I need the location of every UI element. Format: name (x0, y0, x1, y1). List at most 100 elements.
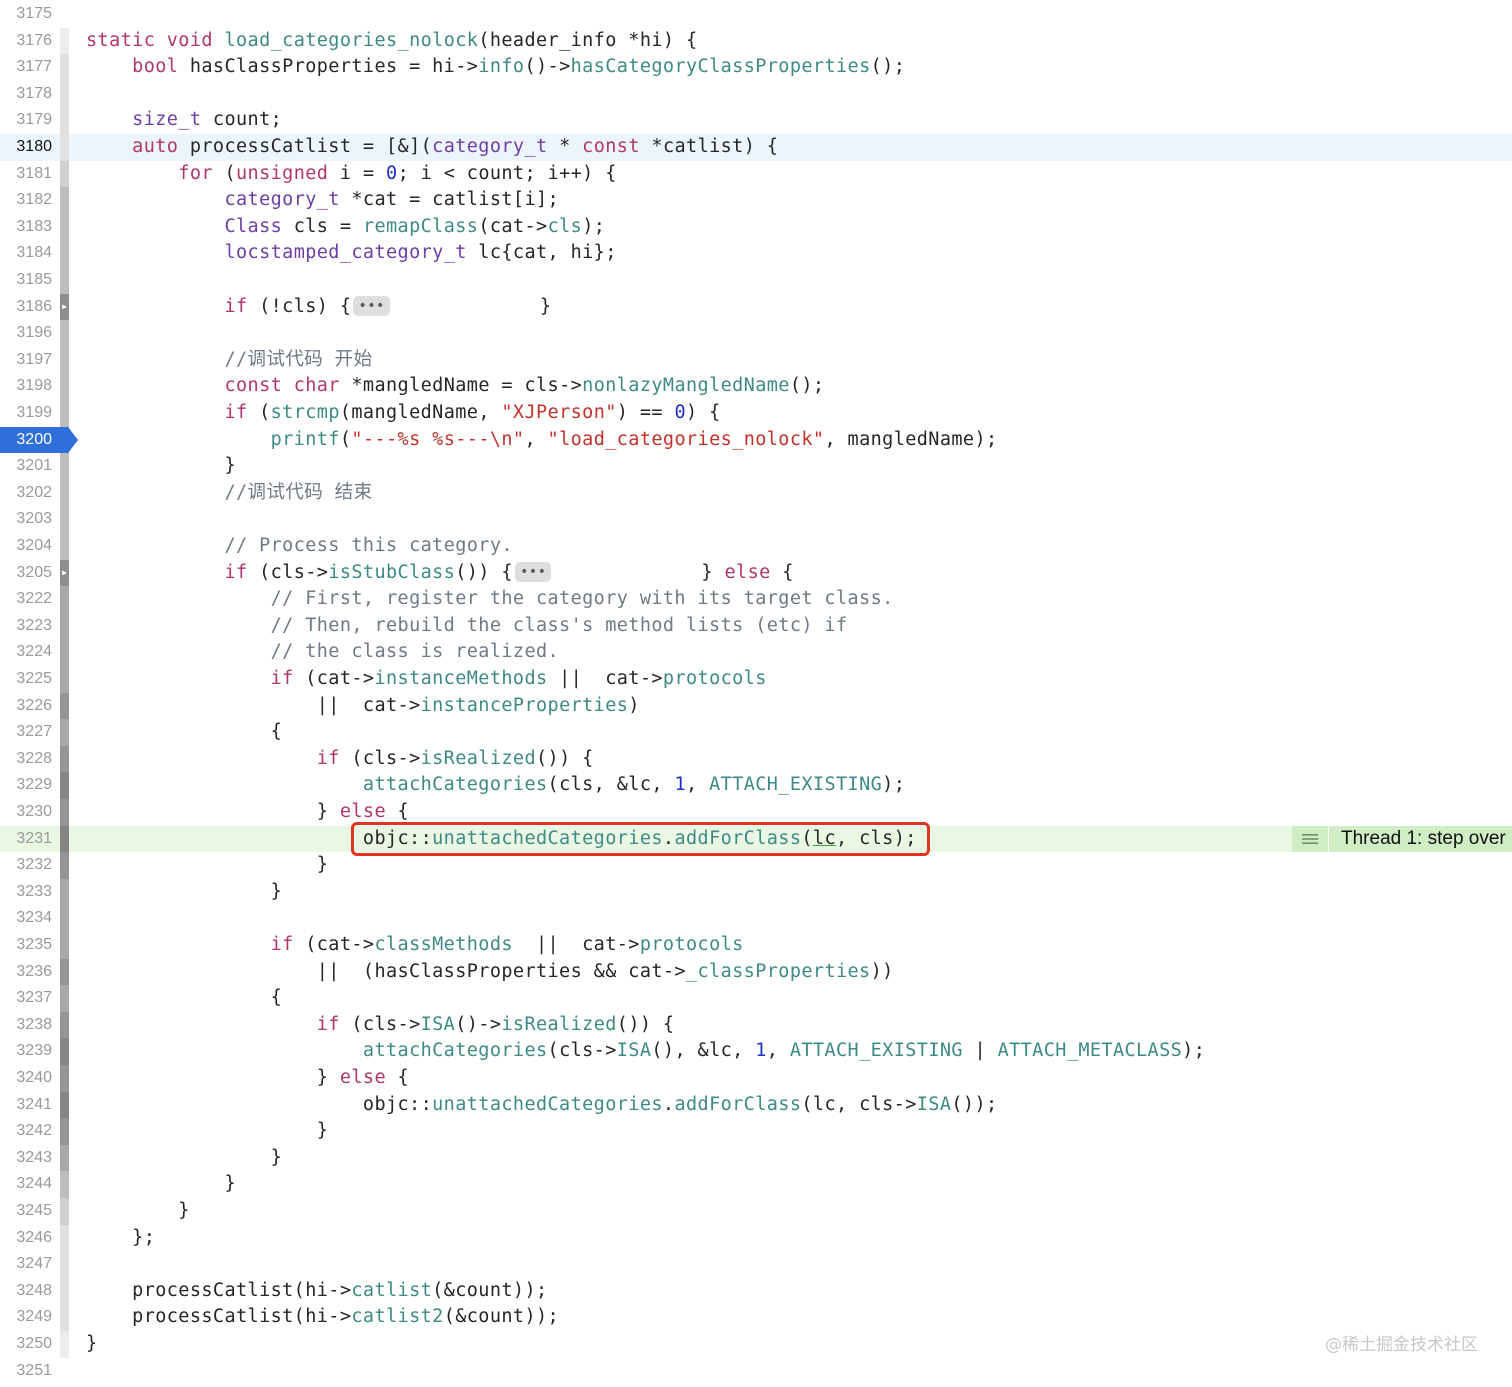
line-number[interactable]: 3180 (0, 134, 52, 161)
code-line[interactable]: 3202 //调试代码 结束 (0, 479, 1512, 507)
fold-ribbon[interactable] (60, 1198, 69, 1225)
fold-ribbon[interactable] (60, 666, 69, 693)
code-line[interactable]: 3245 } (0, 1198, 1512, 1225)
code-line[interactable]: 3247 (0, 1251, 1512, 1278)
line-number[interactable]: 3249 (0, 1304, 52, 1331)
line-number[interactable]: 3247 (0, 1251, 52, 1278)
code-line[interactable]: 3242 } (0, 1118, 1512, 1145)
line-number[interactable]: 3175 (0, 1, 52, 28)
line-number[interactable]: 3242 (0, 1118, 52, 1145)
fold-ribbon[interactable] (60, 134, 69, 161)
line-number[interactable]: 3244 (0, 1171, 52, 1198)
code-line[interactable]: 3229 attachCategories(cls, &lc, 1, ATTAC… (0, 772, 1512, 799)
code-line[interactable]: 3249 processCatlist(hi->catlist2(&count)… (0, 1304, 1512, 1331)
fold-ribbon[interactable] (60, 852, 69, 879)
line-number[interactable]: 3197 (0, 347, 52, 374)
code-line[interactable]: 3243 } (0, 1144, 1512, 1172)
line-number[interactable]: 3238 (0, 1012, 52, 1039)
line-number[interactable]: 3227 (0, 719, 52, 746)
line-number[interactable]: 3243 (0, 1145, 52, 1172)
fold-ribbon[interactable] (60, 1171, 69, 1198)
fold-ribbon[interactable] (60, 1065, 69, 1092)
fold-ribbon[interactable] (60, 1144, 69, 1172)
fold-ribbon[interactable] (60, 825, 69, 853)
fold-ribbon[interactable] (60, 985, 69, 1012)
fold-ribbon[interactable] (60, 719, 69, 746)
line-number[interactable]: 3248 (0, 1278, 52, 1305)
line-number[interactable]: 3185 (0, 267, 52, 294)
code-line[interactable]: 3184 locstamped_category_t lc{cat, hi}; (0, 240, 1512, 267)
fold-ribbon[interactable] (60, 240, 69, 267)
fold-ribbon[interactable] (60, 506, 69, 533)
fold-ribbon[interactable] (60, 373, 69, 400)
line-number[interactable]: 3196 (0, 320, 52, 347)
breakpoint-marker[interactable]: 3200 (0, 426, 78, 453)
fold-ribbon[interactable] (60, 533, 69, 560)
line-number[interactable]: 3230 (0, 799, 52, 826)
code-line[interactable]: 3233 } (0, 878, 1512, 906)
line-number[interactable]: 3199 (0, 400, 52, 427)
fold-ribbon[interactable] (60, 160, 69, 188)
fold-ribbon[interactable] (60, 479, 69, 507)
code-line[interactable]: 3177 bool hasClassProperties = hi->info(… (0, 54, 1512, 81)
line-number[interactable]: 3251 (0, 1358, 52, 1385)
line-number[interactable]: 3225 (0, 666, 52, 693)
fold-ribbon[interactable] (60, 187, 69, 214)
code-line[interactable]: 3182 category_t *cat = catlist[i]; (0, 187, 1512, 214)
line-number[interactable]: 3233 (0, 879, 52, 906)
line-number[interactable]: 3224 (0, 639, 52, 666)
code-line[interactable]: 3199 if (strcmp(mangledName, "XJPerson")… (0, 400, 1512, 427)
code-line[interactable]: 3176 static void load_categories_nolock(h… (0, 27, 1512, 55)
fold-ribbon[interactable] (60, 107, 69, 134)
code-line[interactable]: 3244 } (0, 1171, 1512, 1198)
fold-ribbon[interactable] (60, 320, 69, 347)
fold-ribbon[interactable] (60, 1304, 69, 1331)
fold-ribbon[interactable] (60, 799, 69, 826)
code-line[interactable]: 3201 } (0, 453, 1512, 480)
code-line[interactable]: 3179 size_t count; (0, 107, 1512, 134)
code-line[interactable]: 3227 { (0, 719, 1512, 746)
fold-ribbon[interactable] (60, 1277, 69, 1305)
line-number[interactable]: 3179 (0, 107, 52, 134)
fold-arrow-icon[interactable]: ▶ (60, 559, 69, 587)
fold-ribbon[interactable] (60, 1038, 69, 1065)
fold-ribbon[interactable] (60, 400, 69, 427)
line-number[interactable]: 3184 (0, 240, 52, 267)
code-line[interactable]: 3248 processCatlist(hi->catlist(&count))… (0, 1277, 1512, 1305)
fold-ribbon[interactable] (60, 54, 69, 81)
code-line[interactable]: 3240 } else { (0, 1065, 1512, 1092)
code-line[interactable]: 3246 }; (0, 1224, 1512, 1252)
code-line[interactable]: 3204 // Process this category. (0, 533, 1512, 560)
line-number[interactable]: 3232 (0, 852, 52, 879)
line-number[interactable]: 3231 (0, 826, 52, 853)
fold-ribbon[interactable] (60, 1251, 69, 1278)
code-editor[interactable]: 3175 3176 static void load_categories_nolo… (0, 0, 1512, 1387)
line-number[interactable]: 3182 (0, 187, 52, 214)
fold-ribbon[interactable] (60, 267, 69, 294)
fold-ribbon[interactable] (60, 1011, 69, 1039)
lines-icon[interactable] (1292, 825, 1329, 852)
fold-ribbon[interactable] (60, 932, 69, 959)
code-line[interactable]: 3205 ▶ if (cls->isStubClass()) {••• } els… (0, 559, 1512, 587)
thread-step-badge[interactable]: Thread 1: step over (1292, 825, 1512, 852)
folded-code-button[interactable]: ••• (514, 561, 552, 582)
line-number[interactable]: 3222 (0, 586, 52, 613)
code-line[interactable]: 3186 ▶ if (!cls) {••• } (0, 293, 1512, 321)
line-number[interactable]: 3202 (0, 480, 52, 507)
code-line[interactable]: 3196 (0, 320, 1512, 347)
fold-ribbon[interactable] (60, 612, 69, 640)
fold-ribbon[interactable] (60, 1118, 69, 1145)
fold-ribbon[interactable] (60, 346, 69, 374)
fold-ribbon[interactable] (60, 1091, 69, 1119)
code-line[interactable]: 3241 objc::unattachedCategories.addForCl… (0, 1091, 1512, 1119)
code-line[interactable]: 3235 if (cat->classMethods || cat->proto… (0, 932, 1512, 959)
folded-code-button[interactable]: ••• (353, 295, 390, 316)
code-line[interactable]: 3197 //调试代码 开始 (0, 346, 1512, 374)
line-number[interactable]: 3246 (0, 1225, 52, 1252)
line-number[interactable]: 3198 (0, 373, 52, 400)
fold-arrow-icon[interactable]: ▶ (60, 293, 69, 321)
fold-ribbon[interactable] (60, 1331, 69, 1358)
line-number[interactable]: 3228 (0, 746, 52, 773)
code-line[interactable]: 3228 if (cls->isRealized()) { (0, 745, 1512, 773)
fold-ribbon[interactable] (60, 1224, 69, 1252)
